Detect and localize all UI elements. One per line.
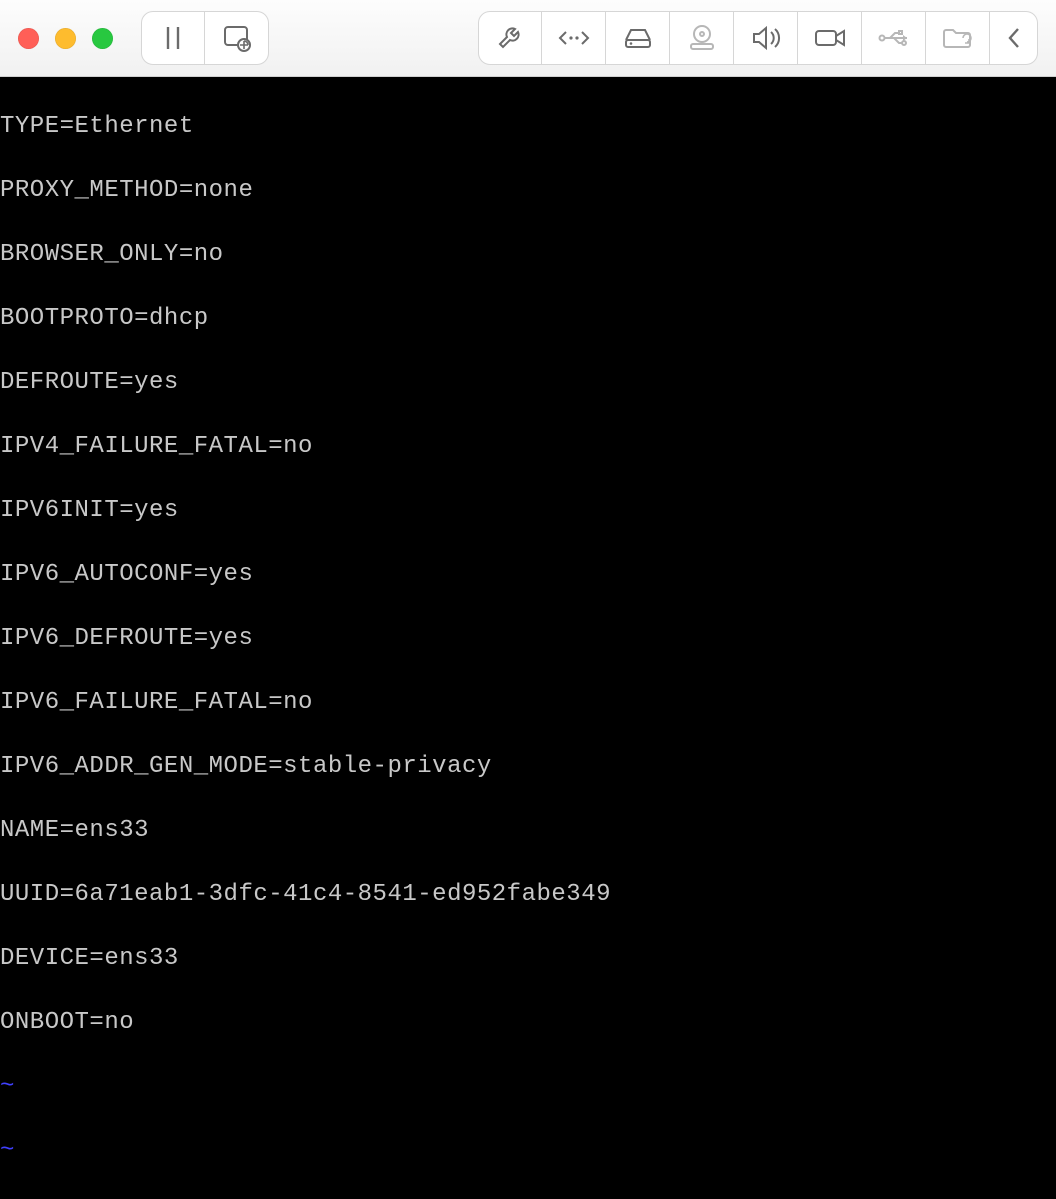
config-line: IPV6_ADDR_GEN_MODE=stable-privacy [0, 751, 1056, 783]
config-line: IPV4_FAILURE_FATAL=no [0, 431, 1056, 463]
config-line: BOOTPROTO=dhcp [0, 303, 1056, 335]
optical-button[interactable] [670, 11, 734, 65]
minimize-window-button[interactable] [55, 28, 76, 49]
vm-control-group [141, 11, 269, 65]
camera-button[interactable] [798, 11, 862, 65]
config-line: UUID=6a71eab1-3dfc-41c4-8541-ed952fabe34… [0, 879, 1056, 911]
settings-button[interactable] [478, 11, 542, 65]
traffic-lights [18, 28, 113, 49]
config-line: DEVICE=ens33 [0, 943, 1056, 975]
terminal-output[interactable]: TYPE=Ethernet PROXY_METHOD=none BROWSER_… [0, 77, 1056, 620]
config-line: TYPE=Ethernet [0, 111, 1056, 143]
disk-button[interactable] [606, 11, 670, 65]
zoom-window-button[interactable] [92, 28, 113, 49]
config-line: ONBOOT=no [0, 1007, 1056, 1039]
fit-button[interactable] [542, 11, 606, 65]
cd-icon [686, 24, 718, 52]
config-line: BROWSER_ONLY=no [0, 239, 1056, 271]
snapshot-icon [222, 24, 252, 52]
config-line: IPV6INIT=yes [0, 495, 1056, 527]
chevron-left-icon [1005, 25, 1023, 51]
vim-empty-line: ~ [0, 1071, 1056, 1103]
speaker-icon [750, 25, 782, 51]
back-button[interactable] [990, 11, 1038, 65]
window-titlebar [0, 0, 1056, 77]
wrench-icon [495, 23, 525, 53]
usb-button[interactable] [862, 11, 926, 65]
config-line: IPV6_AUTOCONF=yes [0, 559, 1056, 591]
close-window-button[interactable] [18, 28, 39, 49]
config-line: IPV6_FAILURE_FATAL=no [0, 687, 1056, 719]
sound-button[interactable] [734, 11, 798, 65]
usb-icon [877, 28, 911, 48]
pause-button[interactable] [141, 11, 205, 65]
pause-icon [162, 25, 184, 51]
camera-icon [813, 26, 847, 50]
hdd-icon [622, 26, 654, 50]
config-line: DEFROUTE=yes [0, 367, 1056, 399]
share-folder-icon [941, 25, 975, 51]
share-button[interactable] [926, 11, 990, 65]
config-line: PROXY_METHOD=none [0, 175, 1056, 207]
snapshot-button[interactable] [205, 11, 269, 65]
vim-empty-line: ~ [0, 1135, 1056, 1167]
vm-devices-group [478, 11, 1038, 65]
resize-icon [557, 28, 591, 48]
config-line: IPV6_DEFROUTE=yes [0, 623, 1056, 655]
config-line: NAME=ens33 [0, 815, 1056, 847]
